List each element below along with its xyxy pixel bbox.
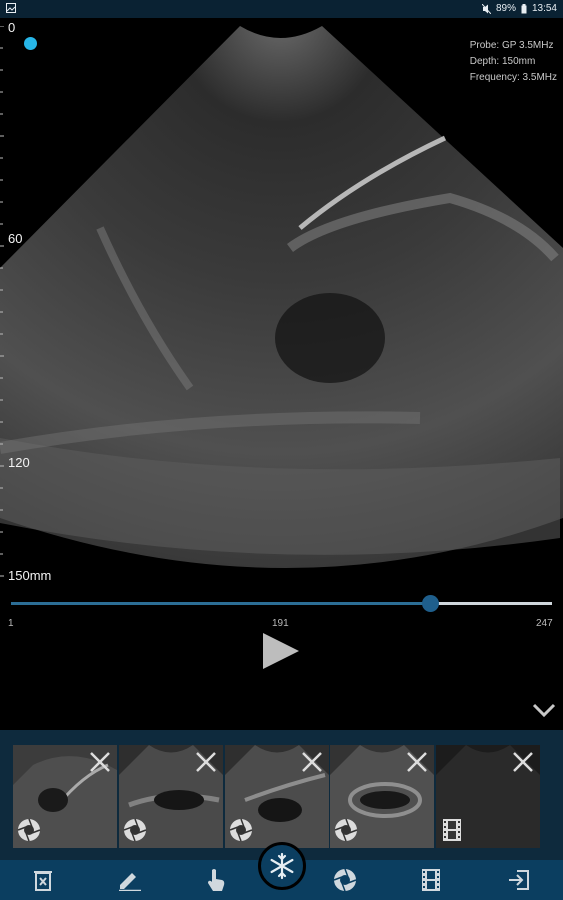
- shutter-icon: [333, 868, 357, 892]
- depth-label-mid: 60: [8, 231, 23, 246]
- slider-fill: [11, 602, 430, 605]
- exit-icon: [509, 870, 529, 890]
- probe-depth: Depth: 150mm: [469, 56, 536, 67]
- battery-level: 89%: [495, 3, 516, 14]
- close-icon[interactable]: [301, 751, 323, 773]
- close-icon[interactable]: [89, 751, 111, 773]
- depth-label-bottom: 150mm: [8, 568, 52, 583]
- status-bar: 89% 13:54: [0, 0, 563, 18]
- gallery-icon: [6, 3, 16, 13]
- capture-image-button[interactable]: [332, 868, 358, 892]
- delete-button[interactable]: [30, 868, 56, 892]
- film-icon: [422, 869, 440, 891]
- thumbnail[interactable]: [13, 745, 117, 848]
- depth-label-top: 0: [8, 20, 16, 35]
- film-icon: [443, 819, 461, 841]
- ultrasound-image[interactable]: [0, 18, 563, 598]
- snowflake-icon: [270, 852, 294, 880]
- probe-name: Probe: GP 3.5MHz: [469, 40, 554, 51]
- battery-icon: [521, 3, 527, 13]
- slider-thumb[interactable]: [421, 595, 439, 612]
- shutter-icon: [229, 818, 253, 842]
- play-icon: [263, 633, 299, 669]
- close-icon[interactable]: [512, 751, 534, 773]
- capture-gallery: [0, 730, 563, 860]
- probe-frequency: Frequency: 3.5MHz: [469, 72, 557, 83]
- hand-pointer-icon: [208, 869, 225, 891]
- freeze-button[interactable]: [258, 842, 306, 890]
- thumbnail[interactable]: [119, 745, 223, 848]
- pencil-icon: [119, 873, 141, 891]
- frame-current: 191: [272, 618, 289, 629]
- exit-button[interactable]: [506, 868, 532, 892]
- depth-label-lower: 120: [8, 455, 30, 470]
- record-video-button[interactable]: [418, 868, 444, 892]
- annotate-button[interactable]: [116, 868, 142, 892]
- close-icon[interactable]: [195, 751, 217, 773]
- thumbnail[interactable]: [225, 745, 329, 848]
- cine-slider[interactable]: [11, 595, 552, 612]
- shutter-icon: [334, 818, 358, 842]
- delete-icon: [34, 871, 52, 891]
- chevron-down-icon[interactable]: [531, 700, 557, 720]
- shutter-icon: [17, 818, 41, 842]
- depth-ruler: [0, 25, 6, 596]
- probe-info: Probe: GP 3.5MHz Depth: 150mm Frequency:…: [470, 38, 557, 86]
- shutter-icon: [123, 818, 147, 842]
- focus-marker[interactable]: [24, 37, 37, 50]
- mute-icon: [481, 3, 491, 14]
- thumbnail-video[interactable]: [436, 745, 540, 848]
- play-button[interactable]: [261, 631, 301, 671]
- touch-mode-button[interactable]: [203, 868, 229, 892]
- frame-max: 247: [536, 618, 553, 629]
- frame-min: 1: [8, 618, 14, 629]
- close-icon[interactable]: [406, 751, 428, 773]
- thumbnail[interactable]: [330, 745, 434, 848]
- clock: 13:54: [531, 3, 557, 14]
